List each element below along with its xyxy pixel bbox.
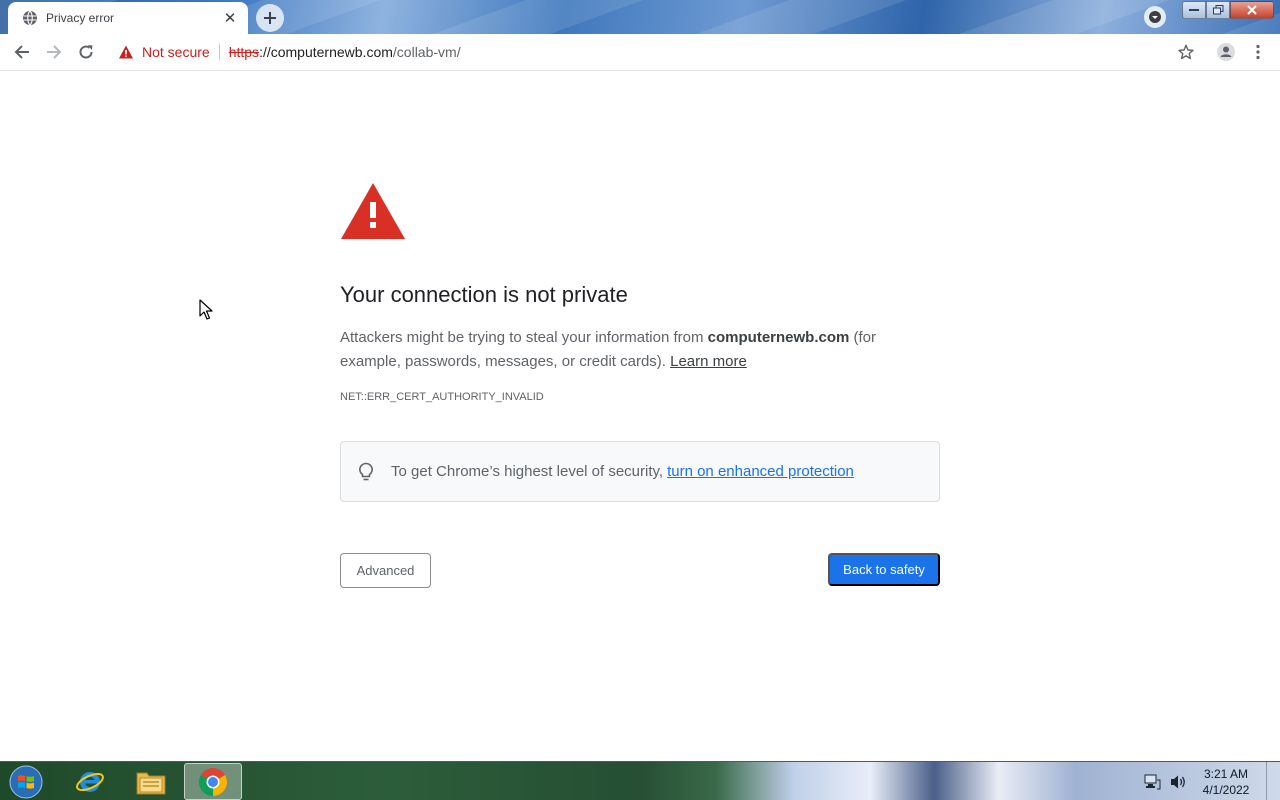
close-icon (1247, 5, 1257, 15)
account-icon (1217, 43, 1235, 61)
omnibox-divider (218, 44, 220, 60)
learn-more-link[interactable]: Learn more (670, 353, 747, 370)
interstitial-page: Your connection is not private Attackers… (0, 71, 1280, 761)
message-domain: computernewb.com (707, 329, 850, 346)
url-scheme: https (228, 44, 260, 60)
tab-privacy-error[interactable]: Privacy error ✕ (8, 2, 248, 34)
show-desktop-button[interactable] (1266, 762, 1280, 800)
plus-icon (264, 12, 276, 24)
security-indicator[interactable]: Not secure (118, 44, 210, 60)
enhanced-protection-promo: To get Chrome’s highest level of securit… (340, 441, 940, 502)
windows-taskbar: 3:21 AM 4/1/2022 (0, 761, 1280, 800)
promo-message: To get Chrome’s highest level of securit… (391, 463, 664, 480)
taskbar-file-explorer[interactable] (122, 763, 180, 800)
back-to-safety-button[interactable]: Back to safety (828, 553, 940, 586)
advanced-button[interactable]: Advanced (340, 553, 431, 588)
profile-button[interactable] (1210, 36, 1242, 68)
taskbar-google-chrome[interactable] (184, 763, 242, 800)
reload-icon (79, 45, 93, 59)
volume-icon[interactable] (1168, 772, 1188, 792)
main-message: Attackers might be trying to steal your … (340, 326, 940, 374)
windows-logo-icon (9, 765, 43, 799)
clock-date: 4/1/2022 (1202, 783, 1250, 797)
minimize-button[interactable] (1182, 1, 1206, 19)
restore-icon (1212, 5, 1223, 15)
taskbar-internet-explorer[interactable] (61, 763, 119, 800)
mouse-cursor-icon (199, 299, 213, 320)
network-icon[interactable] (1142, 772, 1162, 792)
url-path: /collab-vm/ (392, 44, 461, 60)
kebab-menu-icon (1256, 44, 1260, 60)
chrome-icon (199, 767, 227, 796)
back-button[interactable] (6, 36, 38, 68)
message-text-start: Attackers might be trying to steal your … (340, 329, 708, 346)
url-text[interactable]: https://computernewb.com/collab-vm/ (229, 44, 461, 60)
window-close-button[interactable] (1230, 1, 1274, 19)
new-tab-button[interactable] (256, 4, 284, 32)
forward-button[interactable] (38, 36, 70, 68)
system-tray (1142, 762, 1194, 800)
address-bar[interactable]: Not secure https://computernewb.com/coll… (106, 36, 1206, 68)
promo-text: To get Chrome’s highest level of securit… (391, 463, 854, 480)
folder-icon (136, 772, 166, 794)
restore-button[interactable] (1206, 1, 1230, 19)
close-icon[interactable]: ✕ (222, 10, 238, 27)
clock-time: 3:21 AM (1203, 767, 1249, 781)
taskbar-clock[interactable]: 3:21 AM 4/1/2022 (1196, 766, 1256, 798)
tab-search-button[interactable] (1144, 6, 1166, 28)
warning-triangle-icon (118, 44, 134, 60)
enhanced-protection-link[interactable]: turn on enhanced protection (667, 463, 854, 480)
globe-icon (22, 10, 38, 26)
reload-button[interactable] (70, 36, 102, 68)
chevron-down-icon (1149, 11, 1161, 23)
tab-title: Privacy error (46, 11, 115, 25)
chrome-menu-button[interactable] (1242, 36, 1274, 68)
forward-arrow-icon (47, 45, 62, 59)
back-arrow-icon (14, 45, 29, 59)
bookmark-button[interactable] (1170, 36, 1202, 68)
error-code: NET::ERR_CERT_AUTHORITY_INVALID (340, 391, 544, 403)
page-heading: Your connection is not private (340, 282, 628, 307)
browser-toolbar: Not secure https://computernewb.com/coll… (0, 34, 1280, 71)
browser-title-bar: Privacy error ✕ (0, 0, 1280, 34)
star-icon (1178, 44, 1194, 60)
window-controls (1182, 1, 1274, 19)
url-host: ://computernewb.com (259, 44, 393, 60)
warning-triangle-icon (340, 182, 406, 240)
lightbulb-icon (357, 462, 375, 482)
start-button[interactable] (4, 763, 48, 800)
not-secure-label: Not secure (142, 44, 210, 60)
minimize-icon (1189, 9, 1199, 11)
internet-explorer-icon (76, 771, 104, 792)
